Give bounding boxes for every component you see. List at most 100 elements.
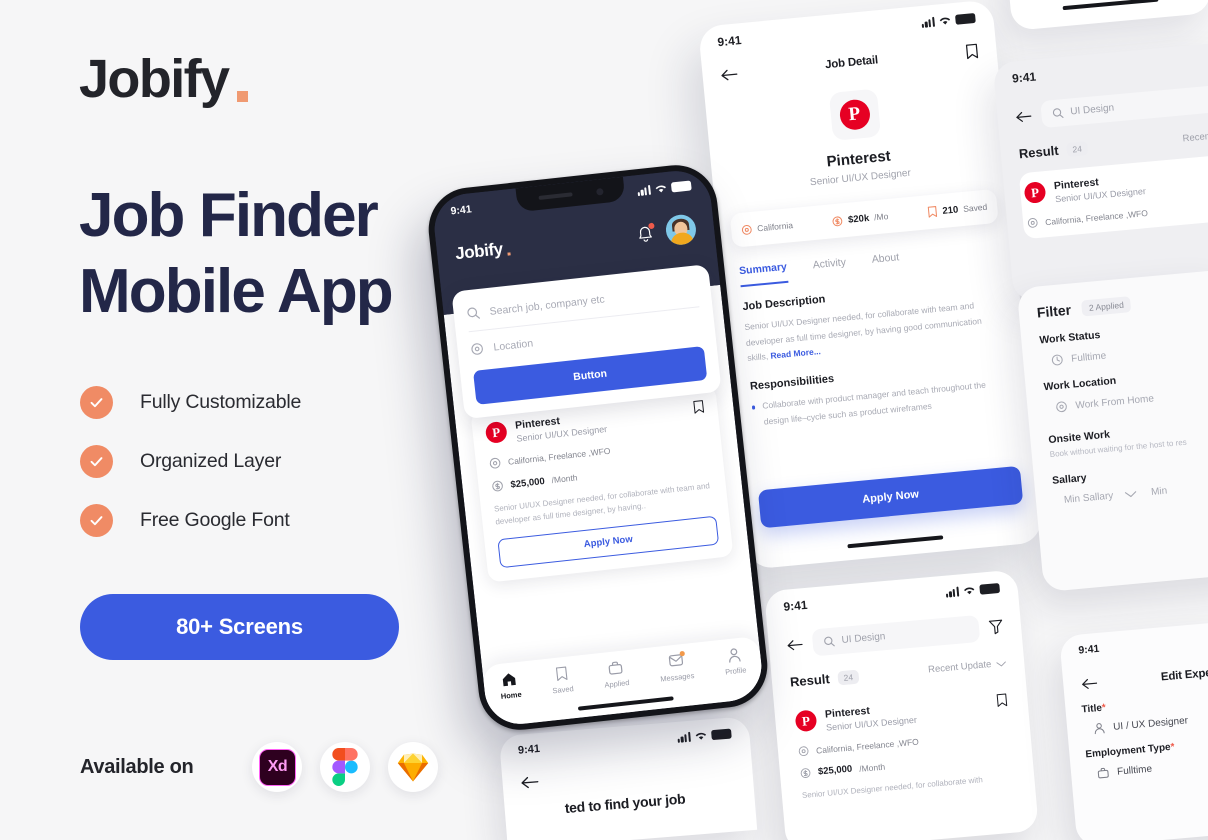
dollar-icon [800, 768, 811, 778]
status-time: 9:41 [782, 597, 809, 614]
job-location: California, Freelance ,WFO [1044, 207, 1149, 227]
back-arrow-icon[interactable] [720, 67, 738, 82]
tab-home[interactable]: Home [498, 671, 522, 701]
apply-now-button[interactable]: Apply Now [757, 465, 1024, 529]
sort-dropdown[interactable]: Recent U [1182, 130, 1208, 145]
filter-title: Filter [1036, 301, 1072, 321]
search-results-screen-bottom: 9:41 UI Design Result 24 Recent Update P… [764, 569, 1039, 840]
edit-experience-screen: 9:41 Edit Experie Title* UI / UX Designe… [1059, 620, 1208, 840]
filter-option-label: Work From Home [1074, 392, 1155, 411]
filter-option-label: Fulltime [1070, 350, 1107, 365]
search-icon [1052, 108, 1064, 118]
search-header: UI Design [768, 611, 1022, 660]
location-icon [741, 224, 752, 235]
tab-activity[interactable]: Activity [812, 256, 847, 279]
tab-profile[interactable]: Profile [723, 646, 747, 677]
status-icons [945, 582, 1001, 598]
chevron-down-icon [1125, 491, 1137, 498]
wifi-icon [655, 185, 666, 193]
list-item[interactable]: P Pinterest Senior UI/UX Designer Califo… [470, 385, 734, 583]
chip-saved-label: Saved [962, 201, 988, 214]
check-circle-icon [80, 503, 113, 537]
back-arrow-icon[interactable] [786, 638, 803, 651]
job-location: California, Freelance ,WFO [815, 736, 920, 756]
title-value: UI / UX Designer [1112, 714, 1189, 733]
chip-saved-count: 210 [941, 203, 959, 217]
min-salary-select[interactable]: Min Sallary [1064, 488, 1138, 506]
result-row-header: P Pinterest Senior UI/UX Designer [1023, 165, 1208, 207]
field-label-text: Title [1081, 702, 1103, 716]
field-label-title: Title* [1081, 692, 1208, 716]
screens-count-button[interactable]: 80+ Screens [80, 594, 399, 660]
adobe-xd-icon[interactable]: Xd [252, 742, 303, 792]
headline-line-1: Job Finder [79, 181, 379, 250]
bookmark-icon[interactable] [692, 399, 705, 414]
onboard-heading: ted to find your job [564, 790, 686, 817]
back-arrow-icon[interactable] [520, 775, 539, 789]
result-row-header: P Pinterest Senior UI/UX Designer [794, 693, 1009, 735]
search-input[interactable]: UI Design [811, 614, 981, 657]
brand-name: Jobify [79, 49, 230, 109]
feature-label: Fully Customizable [140, 390, 302, 413]
tab-messages[interactable]: Messages [658, 650, 695, 684]
battery-icon [711, 728, 732, 741]
tab-saved[interactable]: Saved [550, 665, 574, 695]
home-indicator [846, 535, 943, 549]
list-item: Organized Layer [80, 444, 301, 478]
results-header: Result 24 Recent U [1018, 128, 1208, 161]
pinterest-icon: P [794, 709, 818, 733]
chip-location: California [741, 220, 794, 236]
tab-applied[interactable]: Applied [602, 659, 630, 690]
search-input[interactable]: UI Design [1040, 85, 1208, 129]
search-icon [467, 307, 481, 319]
list-item[interactable]: P Pinterest Senior UI/UX Designer Califo… [1018, 154, 1208, 240]
sort-dropdown[interactable]: Recent Update [928, 658, 1007, 676]
job-meta-chips: California $20k /Mo 210 Saved [729, 188, 999, 248]
status-icons [637, 180, 692, 197]
max-salary-select[interactable]: Min [1151, 486, 1168, 498]
brand-dot-icon [237, 91, 249, 102]
tab-about[interactable]: About [871, 251, 900, 273]
list-item[interactable]: P Pinterest Senior UI/UX Designer Califo… [789, 682, 1020, 813]
person-icon [1094, 723, 1105, 735]
back-arrow-icon[interactable] [1081, 677, 1098, 690]
sketch-icon[interactable] [388, 742, 439, 792]
tab-summary[interactable]: Summary [738, 260, 789, 288]
figma-icon[interactable] [320, 742, 371, 792]
signal-icon [921, 16, 936, 29]
chip-location-text: California [756, 220, 794, 234]
chip-salary: $20k /Mo [832, 211, 889, 227]
back-arrow-icon[interactable] [1015, 110, 1032, 123]
chip-salary-value: $20k [847, 212, 870, 226]
available-on-section: Available on Xd [80, 742, 439, 792]
bookmark-icon [555, 666, 568, 682]
result-label: Result [1018, 142, 1060, 162]
read-more-link[interactable]: Read More... [770, 346, 821, 361]
chip-saved: 210 Saved [927, 201, 988, 219]
result-count: 24 [837, 669, 860, 685]
filter-icon[interactable] [988, 619, 1003, 635]
avatar[interactable] [664, 213, 698, 247]
status-time: 9:41 [1077, 642, 1100, 657]
filter-group-label: Sallary [1051, 471, 1088, 487]
tab-label: Applied [604, 678, 630, 690]
home-header-actions [635, 213, 698, 249]
min-salary-label: Min Sallary [1063, 490, 1114, 506]
bookmark-icon[interactable] [965, 43, 979, 60]
tab-label: Home [500, 689, 523, 701]
signal-icon [945, 586, 960, 598]
app-brand-text: Jobify [454, 239, 504, 264]
speaker-icon [537, 192, 573, 200]
notification-bell-icon[interactable] [635, 222, 655, 244]
job-location: California, Freelance ,WFO [507, 445, 611, 467]
clock-icon [1051, 354, 1063, 366]
employment-field[interactable]: Fulltime [1097, 755, 1208, 779]
title-field[interactable]: UI / UX Designer [1093, 711, 1208, 735]
status-time: 9:41 [450, 203, 473, 218]
bookmark-icon[interactable] [996, 693, 1008, 708]
filter-screen: Filter 2 Applied Work Status Fulltime Wo… [1016, 268, 1208, 593]
onboarding-screen-partial: 9:41 ted to find your job [498, 716, 758, 840]
job-salary-unit: /Month [858, 761, 886, 774]
pinterest-icon: P [1023, 181, 1047, 204]
battery-icon [670, 180, 692, 193]
